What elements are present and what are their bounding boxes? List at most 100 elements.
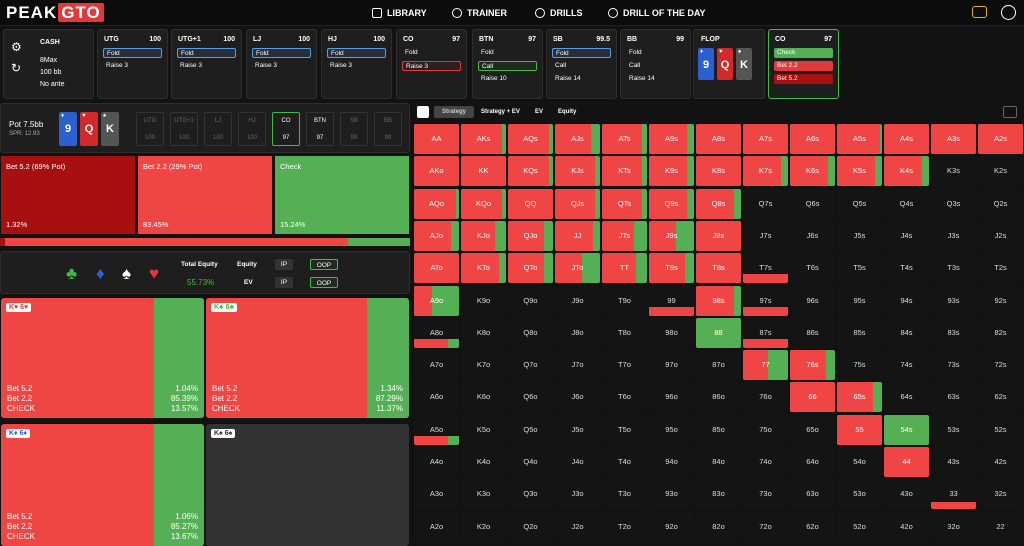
grid-cell-76s[interactable]: 76s bbox=[790, 350, 835, 381]
position-button[interactable]: LJ 100 bbox=[204, 112, 232, 146]
position-panel-utg[interactable]: UTG 100 Fold Raise 3 bbox=[97, 29, 168, 99]
position-panel-btn[interactable]: BTN 97 Fold Call Raise 10 bbox=[472, 29, 543, 99]
grid-cell-ATs[interactable]: ATs bbox=[602, 124, 647, 154]
grid-cell-QTo[interactable]: QTo bbox=[508, 253, 553, 284]
position-panel-utg-plus1[interactable]: UTG+1 100 Fold Raise 3 bbox=[171, 29, 242, 99]
action-option[interactable]: Raise 10 bbox=[478, 74, 537, 84]
action-option[interactable]: Raise 3 bbox=[252, 61, 311, 71]
grid-cell-AQo[interactable]: AQo bbox=[414, 188, 459, 219]
grid-cell-T7s[interactable]: T7s bbox=[743, 253, 788, 284]
grid-cell-A9o[interactable]: A9o bbox=[414, 285, 459, 316]
grid-cell-53o[interactable]: 53o bbox=[837, 479, 882, 510]
grid-cell-53s[interactable]: 53s bbox=[931, 414, 976, 445]
position-button[interactable]: SB 99 bbox=[340, 112, 368, 146]
grid-cell-K5s[interactable]: K5s bbox=[837, 156, 882, 187]
strategy-option[interactable]: Bet 5.2 (69% Pot) 1.32% bbox=[1, 156, 135, 234]
active-option[interactable]: Bet 2.2 bbox=[774, 61, 833, 71]
action-option[interactable]: Fold bbox=[402, 48, 461, 58]
grid-cell-77[interactable]: 77 bbox=[743, 350, 788, 381]
grid-cell-AJo[interactable]: AJo bbox=[414, 220, 459, 251]
grid-cell-J9o[interactable]: J9o bbox=[555, 285, 600, 316]
grid-cell-93s[interactable]: 93s bbox=[931, 285, 976, 316]
grid-cell-A6o[interactable]: A6o bbox=[414, 382, 459, 413]
grid-cell-Q7o[interactable]: Q7o bbox=[508, 350, 553, 381]
grid-cell-T2o[interactable]: T2o bbox=[602, 511, 647, 542]
gear-icon[interactable]: ⚙ bbox=[11, 40, 22, 54]
strategy-option[interactable]: Check 15.24% bbox=[275, 156, 409, 234]
grid-cell-T2s[interactable]: T2s bbox=[978, 253, 1023, 284]
refresh-icon[interactable]: ↻ bbox=[11, 61, 21, 75]
grid-cell-T4o[interactable]: T4o bbox=[602, 447, 647, 477]
grid-cell-52s[interactable]: 52s bbox=[978, 414, 1023, 445]
combo-panel[interactable]: K♠ 6♠ bbox=[206, 424, 409, 546]
grid-cell-99[interactable]: 99 bbox=[649, 285, 694, 316]
grid-cell-43o[interactable]: 43o bbox=[884, 479, 929, 510]
ev-ip-toggle[interactable]: IP bbox=[275, 277, 293, 288]
grid-cell-82s[interactable]: 82s bbox=[978, 317, 1023, 348]
spade-icon[interactable]: ♠ bbox=[122, 264, 131, 284]
position-button[interactable]: BB 99 bbox=[374, 112, 402, 146]
grid-cell-T6s[interactable]: T6s bbox=[790, 253, 835, 284]
grid-cell-K3s[interactable]: K3s bbox=[931, 156, 976, 187]
action-option[interactable]: Fold bbox=[626, 48, 685, 58]
grid-cell-42o[interactable]: 42o bbox=[884, 511, 929, 542]
tab-strategy[interactable]: Strategy bbox=[434, 106, 474, 118]
grid-cell-22[interactable]: 22 bbox=[978, 511, 1023, 542]
grid-cell-A4s[interactable]: A4s bbox=[884, 124, 929, 154]
position-button[interactable]: CO 97 bbox=[272, 112, 300, 146]
grid-cell-43s[interactable]: 43s bbox=[931, 447, 976, 477]
grid-cell-85o[interactable]: 85o bbox=[696, 414, 741, 445]
grid-cell-98o[interactable]: 98o bbox=[649, 317, 694, 348]
grid-cell-A3s[interactable]: A3s bbox=[931, 124, 976, 154]
grid-cell-Q6o[interactable]: Q6o bbox=[508, 382, 553, 413]
grid-cell-94s[interactable]: 94s bbox=[884, 285, 929, 316]
grid-cell-A9s[interactable]: A9s bbox=[649, 124, 694, 154]
grid-cell-A4o[interactable]: A4o bbox=[414, 447, 459, 477]
tab-strategy-ev[interactable]: Strategy + EV bbox=[481, 106, 520, 118]
grid-cell-AJs[interactable]: AJs bbox=[555, 124, 600, 154]
grid-cell-75s[interactable]: 75s bbox=[837, 350, 882, 381]
grid-cell-K9s[interactable]: K9s bbox=[649, 156, 694, 187]
user-icon[interactable] bbox=[1001, 5, 1016, 20]
grid-cell-87s[interactable]: 87s bbox=[743, 317, 788, 348]
action-option[interactable]: Fold bbox=[177, 48, 236, 58]
grid-cell-32o[interactable]: 32o bbox=[931, 511, 976, 542]
position-button[interactable]: UTG 100 bbox=[136, 112, 164, 146]
grid-cell-JTo[interactable]: JTo bbox=[555, 253, 600, 284]
grid-cell-K6s[interactable]: K6s bbox=[790, 156, 835, 187]
grid-cell-62s[interactable]: 62s bbox=[978, 382, 1023, 413]
grid-cell-KTs[interactable]: KTs bbox=[602, 156, 647, 187]
grid-cell-74o[interactable]: 74o bbox=[743, 447, 788, 477]
grid-cell-74s[interactable]: 74s bbox=[884, 350, 929, 381]
grid-cell-76o[interactable]: 76o bbox=[743, 382, 788, 413]
nav-drill-of-the-day[interactable]: DRILL OF THE DAY bbox=[608, 8, 706, 18]
grid-cell-K7s[interactable]: K7s bbox=[743, 156, 788, 187]
grid-cell-K2o[interactable]: K2o bbox=[461, 511, 506, 542]
grid-cell-J5o[interactable]: J5o bbox=[555, 414, 600, 445]
position-button[interactable]: HJ 100 bbox=[238, 112, 266, 146]
grid-cell-K5o[interactable]: K5o bbox=[461, 414, 506, 445]
grid-cell-Q8o[interactable]: Q8o bbox=[508, 317, 553, 348]
position-panel-co[interactable]: CO 97 Fold Raise 3 bbox=[396, 29, 467, 99]
action-option[interactable]: Raise 3 bbox=[103, 61, 162, 71]
grid-cell-A3o[interactable]: A3o bbox=[414, 479, 459, 510]
grid-cell-A2o[interactable]: A2o bbox=[414, 511, 459, 542]
grid-cell-A7s[interactable]: A7s bbox=[743, 124, 788, 154]
grid-cell-QQ[interactable]: QQ bbox=[508, 188, 553, 219]
grid-cell-J3s[interactable]: J3s bbox=[931, 220, 976, 251]
grid-cell-98s[interactable]: 98s bbox=[696, 285, 741, 316]
grid-cell-82o[interactable]: 82o bbox=[696, 511, 741, 542]
grid-cell-66[interactable]: 66 bbox=[790, 382, 835, 413]
position-panel-bb[interactable]: BB 99 Fold Call Raise 14 bbox=[620, 29, 691, 99]
grid-cell-KK[interactable]: KK bbox=[461, 156, 506, 187]
grid-cell-A8s[interactable]: A8s bbox=[696, 124, 741, 154]
grid-cell-J8o[interactable]: J8o bbox=[555, 317, 600, 348]
grid-cell-J8s[interactable]: J8s bbox=[696, 220, 741, 251]
action-option[interactable]: Fold bbox=[103, 48, 162, 58]
grid-cell-95s[interactable]: 95s bbox=[837, 285, 882, 316]
grid-cell-T7o[interactable]: T7o bbox=[602, 350, 647, 381]
combo-panel[interactable]: K♣ 6♣ Bet 5.2 Bet 2.2 CHECK 1.34% 87.29% 11.37… bbox=[206, 298, 409, 418]
active-position-panel[interactable]: CO 97 Check Bet 2.2 Bet 5.2 bbox=[768, 29, 839, 99]
grid-cell-84o[interactable]: 84o bbox=[696, 447, 741, 477]
grid-cell-64s[interactable]: 64s bbox=[884, 382, 929, 413]
